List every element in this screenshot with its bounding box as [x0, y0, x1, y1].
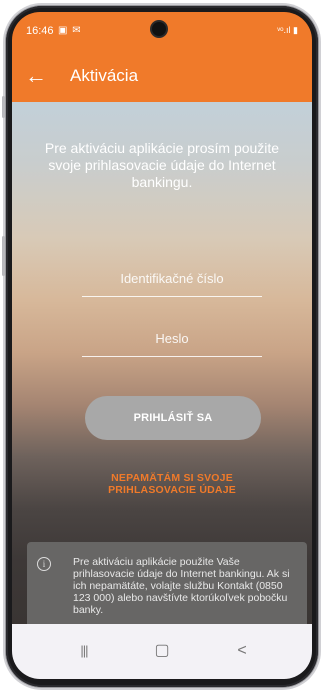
- nav-back-icon[interactable]: <: [222, 638, 262, 664]
- front-camera-icon: [152, 22, 166, 36]
- page-title: Aktivácia: [70, 66, 139, 85]
- power-button: [2, 236, 5, 276]
- forgot-credentials-link[interactable]: NEPAMÄTÁM SI SVOJE PRIHLASOVACIE ÚDAJE: [72, 472, 272, 496]
- notification-icons: ▣ ✉: [58, 25, 82, 36]
- identification-number-input[interactable]: [82, 260, 262, 297]
- intro-text: Pre aktiváciu aplikácie prosím použite s…: [44, 140, 280, 190]
- system-nav-bar: ||| ▢ <: [12, 624, 312, 679]
- volume-button: [2, 96, 5, 118]
- phone-screen: 16:46 ▣ ✉ ᵛᵒ.ıl ▮ ← Aktivácia Pre aktivá…: [12, 12, 312, 679]
- info-text: Pre aktiváciu aplikácie použite Vaše pri…: [73, 556, 290, 616]
- home-icon[interactable]: ▢: [142, 638, 182, 664]
- app-bar: ← Aktivácia: [12, 52, 312, 102]
- recent-apps-icon[interactable]: |||: [64, 638, 104, 664]
- status-bar: 16:46 ▣ ✉ ᵛᵒ.ıl ▮: [12, 12, 312, 52]
- password-input[interactable]: [82, 320, 262, 357]
- back-arrow-icon[interactable]: ←: [22, 63, 50, 91]
- activation-content: Pre aktiváciu aplikácie prosím použite s…: [12, 102, 312, 638]
- login-button[interactable]: PRIHLÁSIŤ SA: [85, 396, 261, 440]
- signal-battery-icons: ᵛᵒ.ıl ▮: [277, 25, 298, 35]
- status-time: 16:46: [26, 25, 54, 37]
- info-icon: i: [37, 557, 51, 571]
